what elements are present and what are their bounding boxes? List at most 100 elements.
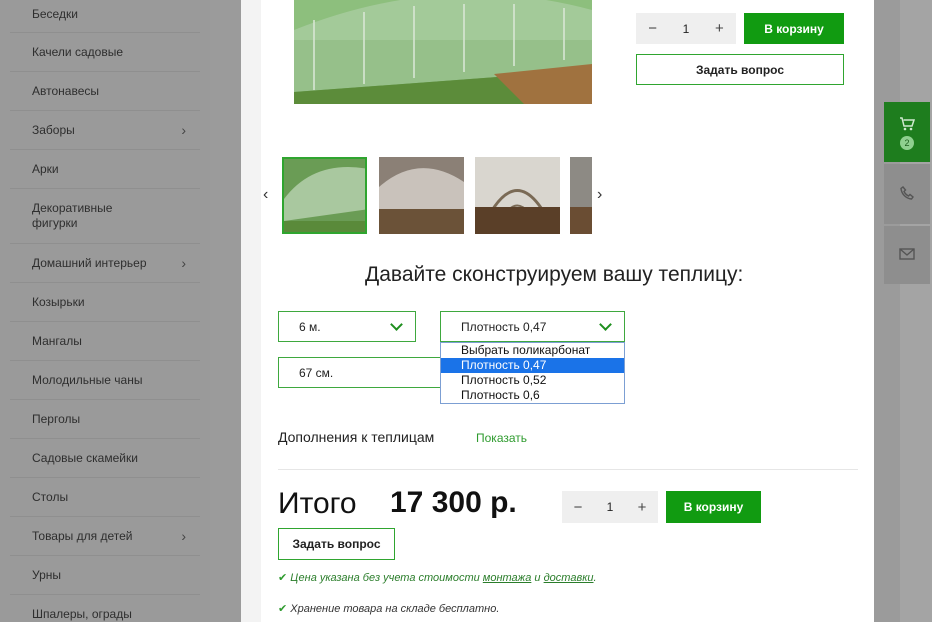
storage-note-text: Хранение товара на складе бесплатно.	[290, 603, 500, 615]
sidebar-item[interactable]: Перголы	[32, 412, 200, 427]
greenhouse-thumb-image	[379, 157, 464, 234]
sidebar-item[interactable]: Арки	[32, 162, 200, 177]
sidebar-divider	[10, 110, 200, 111]
addons-label: Дополнения к теплицам	[278, 429, 435, 445]
mounting-link[interactable]: монтажа	[483, 572, 532, 584]
gallery-next-arrow[interactable]: ›	[597, 186, 602, 204]
chevron-down-icon	[599, 318, 612, 331]
dropdown-option[interactable]: Плотность 0,52	[441, 373, 624, 388]
constructor-heading: Давайте сконструируем вашу теплицу:	[365, 263, 744, 286]
floating-mail-button[interactable]	[884, 226, 930, 284]
sidebar-item[interactable]: Качели садовые	[32, 45, 200, 60]
sidebar-divider	[10, 32, 200, 33]
arc-step-select[interactable]: 67 см.	[278, 357, 448, 388]
bottom-ask-question-button[interactable]: Задать вопрос	[278, 528, 395, 560]
qty-minus-button[interactable]: −	[636, 20, 669, 37]
sidebar-item[interactable]: Домашний интерьер ›	[32, 256, 200, 271]
gallery-thumb[interactable]	[282, 157, 367, 234]
modal-scroll-area	[241, 0, 261, 622]
sidebar-item-label: Садовые скамейки	[32, 451, 138, 465]
sidebar-item-label: Беседки	[32, 7, 78, 21]
dropdown-option[interactable]: Плотность 0,6	[441, 388, 624, 403]
gallery-thumb[interactable]	[475, 157, 560, 234]
price-note-period: .	[593, 572, 597, 584]
qty-value[interactable]: 1	[594, 500, 626, 514]
sidebar-item[interactable]: Беседки	[32, 7, 200, 22]
sidebar-item-label: Арки	[32, 162, 59, 176]
mail-icon	[899, 248, 915, 260]
sidebar-divider	[10, 188, 200, 189]
length-select-value: 6 м.	[299, 319, 321, 334]
total-label: Итого	[278, 487, 357, 520]
storage-note: ✔ Хранение товара на складе бесплатно.	[278, 602, 499, 615]
bottom-add-to-cart-button[interactable]: В корзину	[666, 491, 761, 523]
sidebar-item[interactable]: Заборы ›	[32, 123, 200, 138]
sidebar-item-label: Мангалы	[32, 334, 82, 348]
sidebar-item-label: Заборы	[32, 123, 75, 137]
density-dropdown-list: Выбрать поликарбонат Плотность 0,47 Плот…	[440, 342, 625, 404]
chevron-right-icon: ›	[181, 122, 186, 138]
greenhouse-thumb-image	[570, 157, 592, 234]
sidebar-item[interactable]: Товары для детей ›	[32, 529, 200, 544]
divider	[278, 469, 858, 470]
check-icon: ✔	[278, 603, 288, 615]
sidebar-item[interactable]: Садовые скамейки	[32, 451, 200, 466]
density-select-value: Плотность 0,47	[461, 319, 547, 334]
sidebar-item-label: Домашний интерьер	[32, 256, 147, 270]
sidebar-divider	[10, 282, 200, 283]
gallery-thumb[interactable]	[570, 157, 592, 234]
top-quantity-stepper[interactable]: − 1 +	[636, 13, 736, 44]
gallery-thumb[interactable]	[379, 157, 464, 234]
sidebar-item-label: Декоративные фигурки	[32, 201, 113, 230]
dropdown-option-selected[interactable]: Плотность 0,47	[441, 358, 624, 373]
length-select[interactable]: 6 м.	[278, 311, 416, 342]
sidebar-item[interactable]: Столы	[32, 490, 200, 505]
sidebar-divider	[10, 149, 200, 150]
sidebar-divider	[10, 399, 200, 400]
bottom-quantity-stepper[interactable]: − 1 +	[562, 491, 658, 523]
sidebar: Беседки Качели садовые Автонавесы Заборы…	[0, 0, 210, 622]
total-price: 17 300 р.	[390, 486, 517, 519]
addons-show-link[interactable]: Показать	[476, 431, 527, 445]
sidebar-item-label: Столы	[32, 490, 69, 504]
chevron-right-icon: ›	[181, 528, 186, 544]
qty-plus-button[interactable]: +	[626, 499, 658, 516]
cart-icon	[900, 117, 915, 131]
sidebar-divider	[10, 71, 200, 72]
top-ask-question-button[interactable]: Задать вопрос	[636, 54, 844, 85]
price-note: ✔ Цена указана без учета стоимости монта…	[278, 571, 597, 584]
sidebar-item[interactable]: Мангалы	[32, 334, 200, 349]
sidebar-item-label: Перголы	[32, 412, 81, 426]
floating-phone-button[interactable]	[884, 164, 930, 224]
sidebar-item[interactable]: Урны	[32, 568, 200, 583]
price-note-and: и	[531, 572, 544, 584]
delivery-link[interactable]: доставки	[544, 572, 594, 584]
arc-step-select-value: 67 см.	[299, 365, 334, 380]
product-main-photo	[294, 0, 592, 104]
sidebar-item-label: Молодильные чаны	[32, 373, 143, 387]
top-add-to-cart-button[interactable]: В корзину	[744, 13, 844, 44]
sidebar-divider	[10, 321, 200, 322]
phone-icon	[900, 186, 914, 200]
backdrop-strip	[900, 0, 932, 622]
sidebar-item[interactable]: Козырьки	[32, 295, 200, 310]
sidebar-item-label: Качели садовые	[32, 45, 123, 59]
qty-value[interactable]: 1	[669, 22, 702, 36]
density-select[interactable]: Плотность 0,47	[440, 311, 625, 342]
dropdown-option[interactable]: Выбрать поликарбонат	[441, 343, 624, 358]
sidebar-item-label: Товары для детей	[32, 529, 133, 543]
qty-minus-button[interactable]: −	[562, 499, 594, 516]
floating-cart-button[interactable]: 2	[884, 102, 930, 162]
greenhouse-image	[294, 0, 592, 104]
sidebar-item[interactable]: Молодильные чаны	[32, 373, 200, 388]
sidebar-item-label: Шпалеры, ограды	[32, 607, 132, 621]
sidebar-divider	[10, 477, 200, 478]
sidebar-divider	[10, 555, 200, 556]
check-icon: ✔	[278, 572, 288, 584]
qty-plus-button[interactable]: +	[703, 20, 736, 37]
gallery-prev-arrow[interactable]: ‹	[263, 186, 268, 204]
sidebar-divider	[10, 243, 200, 244]
sidebar-item[interactable]: Автонавесы	[32, 84, 200, 99]
sidebar-item[interactable]: Декоративные фигурки	[32, 201, 132, 231]
sidebar-item[interactable]: Шпалеры, ограды	[32, 607, 200, 622]
